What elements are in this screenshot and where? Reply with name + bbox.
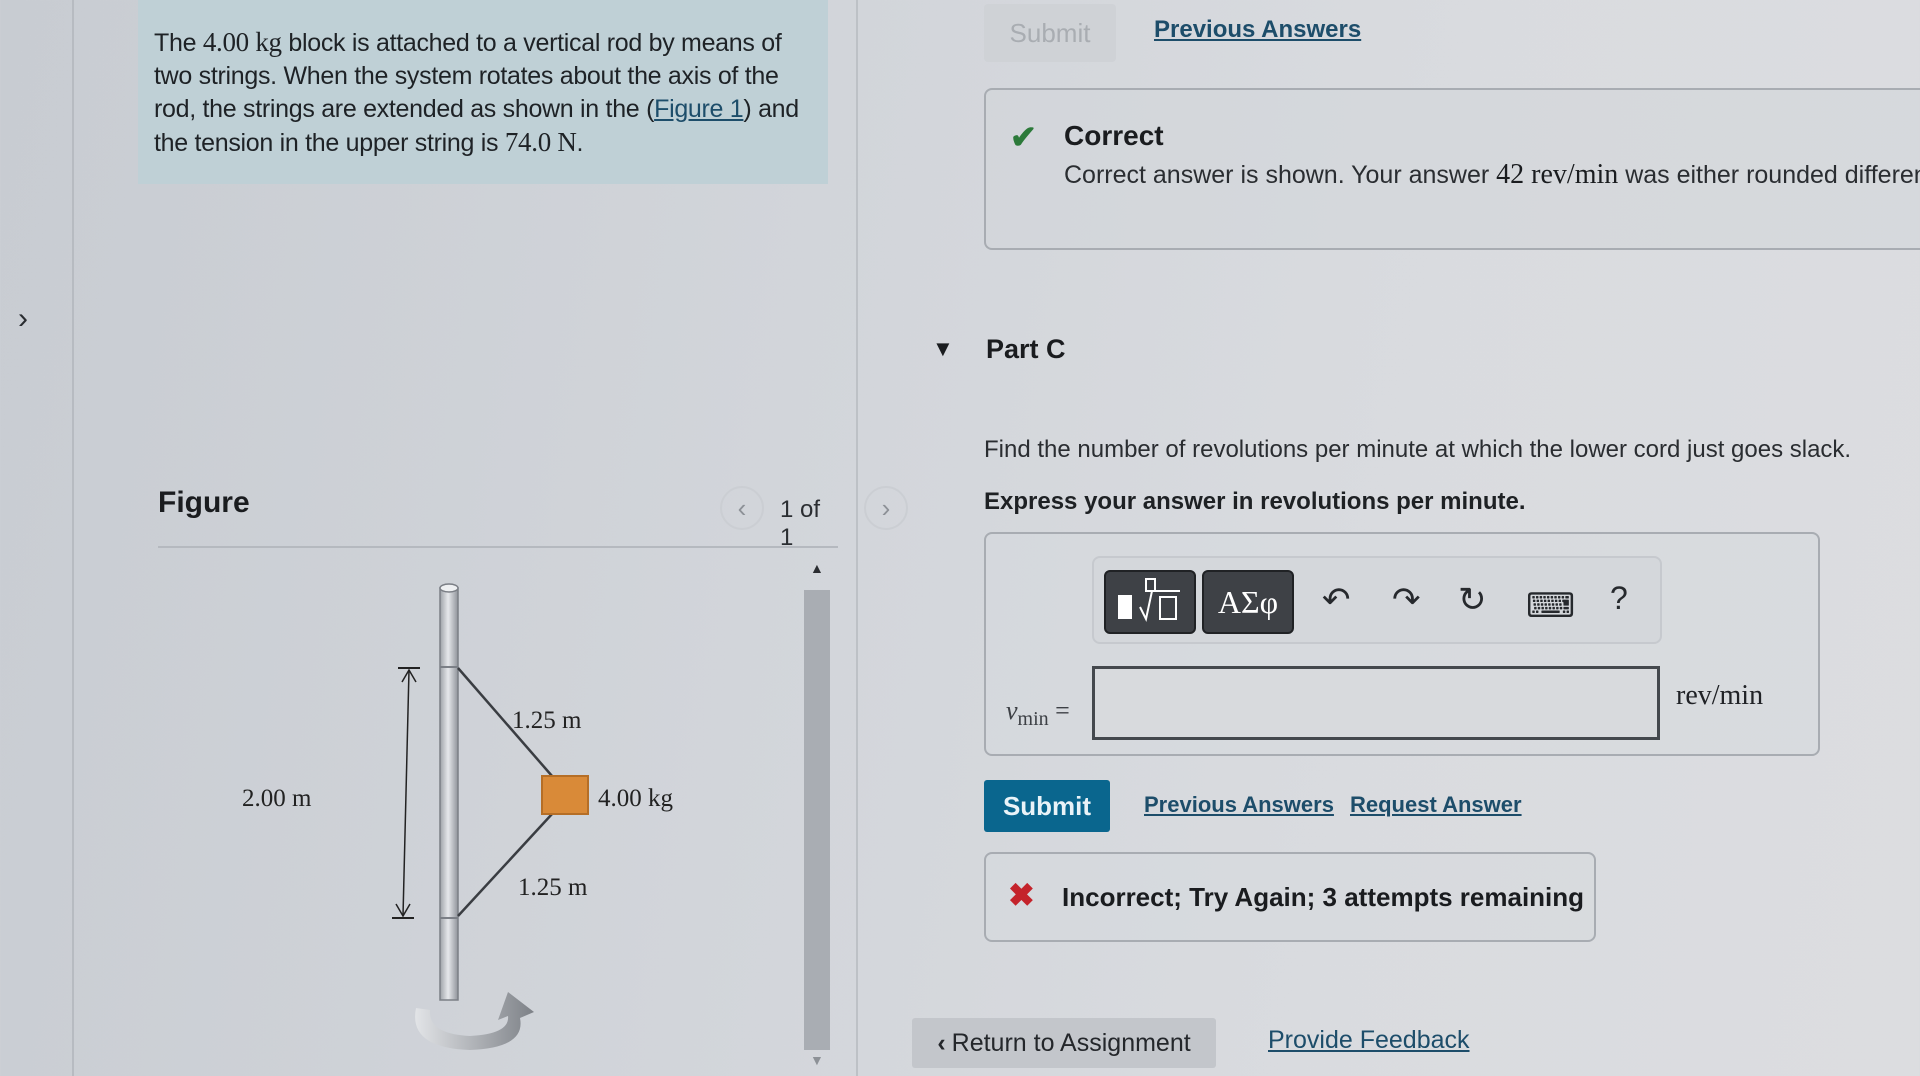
rotation-arrow-icon bbox=[415, 992, 534, 1050]
templates-button[interactable] bbox=[1104, 570, 1196, 634]
upper-string-label: 1.25 m bbox=[512, 707, 582, 734]
lower-string-label: 1.25 m bbox=[518, 874, 588, 901]
correct-message-text: was either rounded differently or used a… bbox=[1625, 161, 1920, 189]
help-icon[interactable]: ? bbox=[1610, 580, 1628, 617]
part-c-question: Find the number of revolutions per minut… bbox=[984, 436, 1852, 463]
mass-value: 4.00 kg bbox=[202, 27, 282, 57]
units-label: rev/min bbox=[1676, 680, 1764, 711]
problem-statement: The 4.00 kg block is attached to a verti… bbox=[138, 0, 828, 184]
previous-part-previous-answers-link[interactable]: Previous Answers bbox=[1154, 16, 1361, 44]
previous-part-submit-button: Submit bbox=[984, 4, 1116, 62]
dimension-line bbox=[402, 669, 410, 917]
provide-feedback-link[interactable]: Provide Feedback bbox=[1268, 1026, 1470, 1055]
figure-title: Figure bbox=[158, 486, 250, 519]
equals-sign: = bbox=[1055, 696, 1070, 725]
block bbox=[541, 775, 589, 815]
figure-scrollbar-thumb[interactable] bbox=[804, 590, 830, 1050]
correct-message-text: Correct answer is shown. Your answer bbox=[1064, 161, 1497, 189]
chevron-right-icon[interactable]: › bbox=[18, 302, 28, 336]
return-to-assignment-button[interactable]: ‹ Return to Assignment bbox=[912, 1018, 1216, 1068]
check-icon: ✔ bbox=[1010, 119, 1037, 155]
figure-pager: 1 of 1 bbox=[780, 496, 821, 551]
pane-divider[interactable] bbox=[856, 0, 858, 1076]
figure-link[interactable]: Figure 1 bbox=[654, 95, 744, 123]
variable-subscript: min bbox=[1017, 708, 1049, 731]
incorrect-feedback-box: ✖ Incorrect; Try Again; 3 attempts remai… bbox=[984, 852, 1596, 942]
answer-input[interactable] bbox=[1092, 666, 1660, 740]
previous-answer-value: 42 rev/min bbox=[1496, 159, 1619, 190]
math-toolbar: ΑΣφ ↶ ↷ ↻ ⌨ ? bbox=[1092, 556, 1662, 644]
submit-button[interactable]: Submit bbox=[984, 780, 1110, 832]
problem-pane: The 4.00 kg block is attached to a verti… bbox=[76, 0, 908, 1076]
answer-pane: Submit Previous Answers ✔ Correct Correc… bbox=[860, 0, 1920, 1076]
part-c-instruction: Express your answer in revolutions per m… bbox=[984, 488, 1526, 515]
mass-label: 4.00 kg bbox=[598, 785, 674, 812]
previous-answers-link[interactable]: Previous Answers bbox=[1144, 792, 1334, 818]
part-c-title: Part C bbox=[986, 334, 1066, 364]
problem-text: The bbox=[154, 29, 203, 57]
scroll-down-arrow[interactable]: ▼ bbox=[810, 1052, 824, 1068]
tension-value: 74.0 N bbox=[504, 127, 577, 157]
request-answer-link[interactable]: Request Answer bbox=[1350, 792, 1522, 818]
rod bbox=[439, 587, 459, 1001]
templates-icon bbox=[1118, 577, 1180, 622]
correct-message: Correct answer is shown. Your answer 42 … bbox=[1064, 156, 1920, 194]
answer-box: ΑΣφ ↶ ↷ ↻ ⌨ ? νmin = rev/min bbox=[984, 532, 1820, 756]
keyboard-icon[interactable]: ⌨ bbox=[1526, 586, 1575, 626]
return-label: Return to Assignment bbox=[951, 1028, 1191, 1057]
variable-label: νmin = bbox=[1006, 696, 1070, 731]
reset-icon[interactable]: ↻ bbox=[1458, 580, 1487, 620]
correct-feedback-box: ✔ Correct Correct answer is shown. Your … bbox=[984, 88, 1920, 250]
chevron-left-icon: ‹ bbox=[937, 1028, 946, 1057]
incorrect-message: Incorrect; Try Again; 3 attempts remaini… bbox=[1062, 882, 1585, 912]
height-label: 2.00 m bbox=[242, 785, 312, 812]
rod-top bbox=[439, 583, 459, 593]
variable-symbol: ν bbox=[1006, 696, 1018, 725]
correct-status: Correct bbox=[1064, 120, 1164, 151]
figure-prev-button[interactable]: ‹ bbox=[720, 486, 764, 530]
undo-icon[interactable]: ↶ bbox=[1322, 580, 1351, 620]
figure-diagram: 2.00 m 1.25 m 1.25 m 4.00 kg bbox=[242, 583, 674, 1050]
x-icon: ✖ bbox=[1008, 877, 1035, 913]
scroll-up-arrow[interactable]: ▲ bbox=[810, 560, 824, 576]
greek-symbols-button[interactable]: ΑΣφ bbox=[1202, 570, 1294, 634]
part-c-collapse-toggle[interactable]: ▼ bbox=[932, 336, 954, 362]
redo-icon[interactable]: ↷ bbox=[1392, 580, 1421, 620]
left-gutter: › bbox=[0, 0, 74, 1076]
figure-header: Figure ‹ 1 of 1 › bbox=[158, 478, 908, 551]
problem-text: . bbox=[576, 129, 584, 157]
